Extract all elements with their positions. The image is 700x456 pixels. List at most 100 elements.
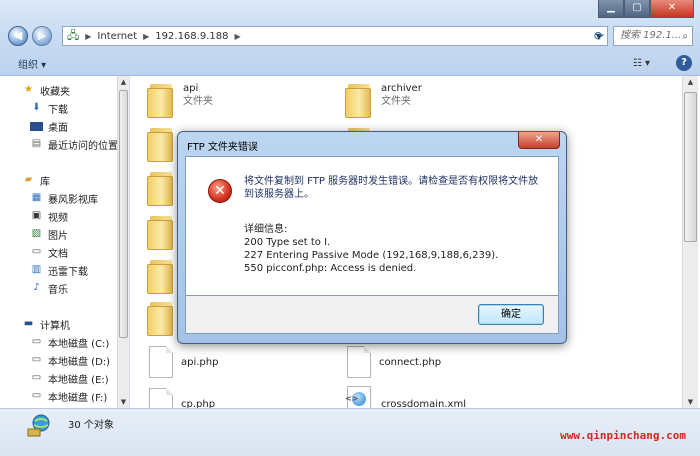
forward-button[interactable]: ▶ (32, 26, 52, 46)
folder-icon (147, 214, 175, 250)
details-label: 详细信息: (244, 224, 288, 235)
search-placeholder: 搜索 192.1... (620, 30, 682, 41)
nav-downloads[interactable]: ⬇ 下载 (30, 100, 68, 116)
file-scroll-thumb[interactable] (684, 92, 697, 242)
breadcrumb-separator-icon: ▶ (234, 31, 241, 41)
close-window-button[interactable]: ✕ (650, 0, 694, 18)
file-item-cp-php[interactable]: cp.php (149, 388, 215, 408)
view-options-button[interactable]: ☷ ▾ (633, 58, 650, 69)
file-scrollbar[interactable]: ▲ ▼ (682, 76, 698, 408)
maximize-button[interactable]: ▢ (624, 0, 650, 18)
folder-item-api[interactable]: api 文件夹 (147, 82, 213, 118)
file-name: api (183, 83, 199, 94)
nav-label: 计算机 (40, 320, 70, 332)
nav-scrollbar[interactable]: ▲ ▼ (117, 76, 129, 408)
download-library-icon: ▥ (31, 264, 42, 275)
system-drive-icon: ▭ (31, 336, 42, 347)
minimize-button[interactable]: ▁ (598, 0, 624, 18)
file-item-api-php[interactable]: api.php (149, 346, 218, 378)
file-item-crossdomain-xml[interactable]: <> crossdomain.xml (345, 386, 466, 408)
search-icon[interactable]: ⌕ (682, 28, 688, 46)
nav-label: 本地磁盘 (E:) (48, 374, 109, 386)
computer-icon: ▬ (23, 318, 34, 329)
command-bar: 组织 ▾ ☷ ▾ ? (0, 52, 700, 74)
file-name: archiver (381, 83, 422, 94)
nav-drive-d[interactable]: ▭ 本地磁盘 (D:) (30, 352, 110, 368)
php-file-icon (149, 388, 173, 408)
nav-recent-places[interactable]: ▤ 最近访问的位置 (30, 136, 118, 152)
nav-drive-f[interactable]: ▭ 本地磁盘 (F:) (30, 388, 108, 404)
breadcrumb-host[interactable]: 192.168.9.188 (155, 31, 228, 42)
nav-baofeng-library[interactable]: ▦ 暴风影视库 (30, 190, 98, 206)
breadcrumb-internet[interactable]: Internet (97, 31, 137, 42)
nav-desktop[interactable]: 桌面 (30, 118, 68, 134)
details-line: 200 Type set to I. (244, 237, 331, 248)
ftp-error-dialog: FTP 文件夹错误 ✕ ✕ 将文件复制到 FTP 服务器时发生错误。请检查是否有… (177, 131, 567, 344)
scroll-up-icon[interactable]: ▲ (118, 76, 129, 88)
nav-label: 桌面 (48, 122, 68, 134)
nav-drive-e[interactable]: ▭ 本地磁盘 (E:) (30, 370, 109, 386)
nav-label: 本地磁盘 (F:) (48, 392, 108, 404)
scroll-up-icon[interactable]: ▲ (683, 76, 698, 88)
ok-button[interactable]: 确定 (478, 304, 544, 325)
dialog-close-button[interactable]: ✕ (518, 132, 560, 149)
nav-music[interactable]: ♪ 音乐 (30, 280, 68, 296)
dialog-title: FTP 文件夹错误 (187, 142, 258, 153)
refresh-icon: ⟳ (593, 29, 605, 43)
nav-scroll-thumb[interactable] (119, 90, 128, 338)
file-item-connect-php[interactable]: connect.php (347, 346, 441, 378)
arrow-left-icon: ◀ (13, 29, 23, 42)
file-list-edge (680, 76, 681, 408)
error-icon: ✕ (208, 179, 232, 203)
nav-label: 收藏夹 (40, 86, 70, 98)
nav-favorites[interactable]: ★ 收藏夹 (22, 82, 70, 98)
nav-label: 下载 (48, 104, 68, 116)
nav-label: 库 (40, 176, 50, 188)
file-type: 文件夹 (381, 96, 411, 107)
address-bar[interactable]: 🖧 ▶ Internet ▶ 192.168.9.188 ▶ ▼ (62, 26, 608, 46)
arrow-right-icon: ▶ (37, 29, 47, 42)
nav-videos[interactable]: ▣ 视频 (30, 208, 68, 224)
file-type: 文件夹 (183, 96, 213, 107)
nav-label: 本地磁盘 (C:) (48, 338, 110, 350)
nav-pictures[interactable]: ▨ 图片 (30, 226, 68, 242)
folder-item[interactable] (147, 258, 175, 294)
folder-icon (147, 170, 175, 206)
video-library-icon: ▦ (31, 192, 42, 203)
folder-icon (147, 82, 175, 118)
nav-thunder-downloads[interactable]: ▥ 迅雷下载 (30, 262, 88, 278)
help-button[interactable]: ? (676, 55, 692, 71)
nav-documents[interactable]: ▭ 文档 (30, 244, 68, 260)
nav-label: 文档 (48, 248, 68, 260)
nav-drive-c[interactable]: ▭ 本地磁盘 (C:) (30, 334, 110, 350)
folder-item[interactable] (147, 214, 175, 250)
scroll-down-icon[interactable]: ▼ (683, 396, 698, 408)
dialog-footer: 确定 (185, 296, 559, 334)
folder-item-archiver[interactable]: archiver 文件夹 (345, 82, 422, 118)
recent-places-icon: ▤ (31, 138, 42, 149)
breadcrumb-separator-icon: ▶ (143, 31, 150, 41)
folder-item[interactable] (147, 126, 175, 162)
star-icon: ★ (24, 84, 33, 95)
pictures-icon: ▨ (31, 228, 42, 239)
object-count: 30 个对象 (68, 420, 114, 431)
dialog-body: ✕ 将文件复制到 FTP 服务器时发生错误。请检查是否有权限将文件放到该服务器上… (185, 156, 559, 296)
folder-icon (345, 82, 373, 118)
window-chrome: ▁ ▢ ✕ ◀ ▶ 🖧 ▶ Internet ▶ 192.168.9.188 ▶… (0, 0, 700, 76)
refresh-button[interactable]: ⟳ (588, 26, 610, 46)
network-globe-icon (27, 414, 50, 437)
scroll-down-icon[interactable]: ▼ (118, 396, 129, 408)
organize-menu[interactable]: 组织 ▾ (18, 56, 46, 71)
php-file-icon (149, 346, 173, 378)
back-button[interactable]: ◀ (8, 26, 28, 46)
nav-computer[interactable]: ▬ 计算机 (22, 316, 70, 332)
details-line: 550 picconf.php: Access is denied. (244, 263, 417, 274)
folder-item[interactable] (147, 170, 175, 206)
search-input[interactable]: 搜索 192.1... ⌕ (613, 26, 693, 46)
nav-libraries[interactable]: ▰ 库 (22, 172, 50, 188)
desktop-icon (30, 121, 43, 131)
window-controls: ▁ ▢ ✕ (598, 0, 694, 18)
error-details: 详细信息: 200 Type set to I. 227 Entering Pa… (244, 223, 544, 275)
download-folder-icon: ⬇ (32, 102, 41, 113)
folder-item[interactable] (147, 300, 175, 336)
